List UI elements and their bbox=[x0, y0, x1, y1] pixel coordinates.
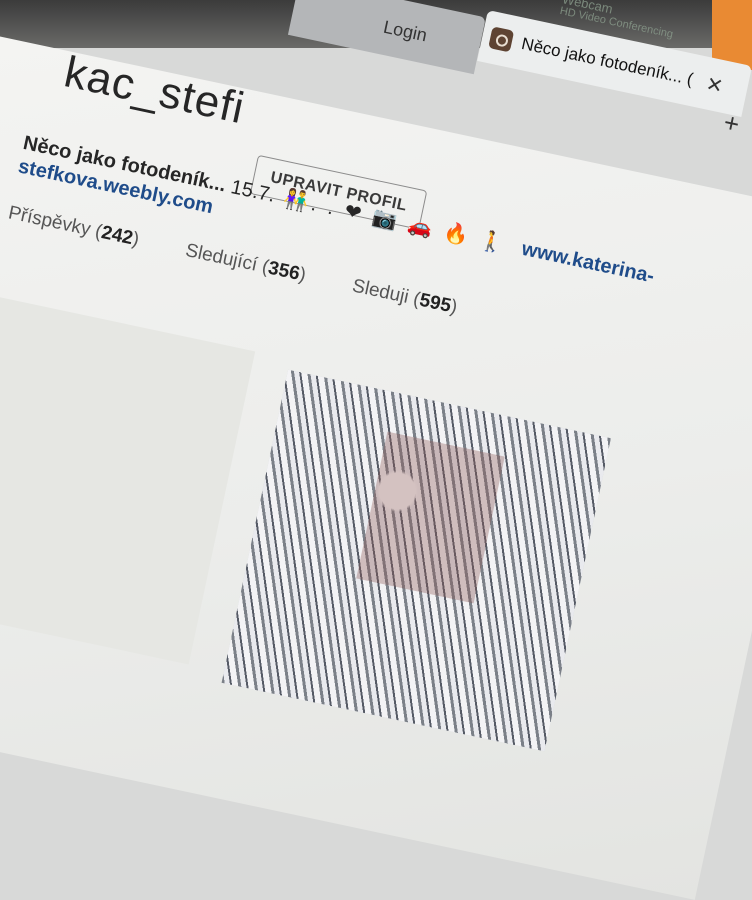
bio-link[interactable]: www.katerina- bbox=[520, 238, 656, 288]
instagram-icon bbox=[488, 26, 515, 53]
tab-login[interactable]: Login bbox=[287, 0, 486, 75]
post-thumbnail[interactable] bbox=[0, 289, 256, 665]
stat-following-value: 595 bbox=[417, 289, 453, 317]
stat-following-label: Sleduji bbox=[350, 275, 411, 308]
profile-bio: Něco jako fotodeník... 15.7. 👫. . ❤ 📷 🚗 … bbox=[21, 130, 657, 289]
profile-username: kac_stefi bbox=[60, 47, 250, 134]
stat-following[interactable]: Sleduji (595) bbox=[350, 275, 459, 319]
close-icon[interactable]: ✕ bbox=[704, 71, 726, 99]
stat-posts-label: Příspěvky bbox=[6, 202, 93, 241]
stat-followers-label: Sledující bbox=[183, 240, 260, 276]
stat-posts-value: 242 bbox=[99, 222, 135, 250]
stat-posts[interactable]: Příspěvky (242) bbox=[6, 202, 141, 251]
tab-login-label: Login bbox=[381, 16, 429, 46]
stat-followers-value: 356 bbox=[266, 257, 302, 285]
stat-followers[interactable]: Sledující (356) bbox=[183, 240, 308, 287]
post-thumbnail[interactable] bbox=[221, 369, 611, 752]
profile-page: kac_stefi UPRAVIT PROFIL Něco jako fotod… bbox=[0, 28, 752, 900]
